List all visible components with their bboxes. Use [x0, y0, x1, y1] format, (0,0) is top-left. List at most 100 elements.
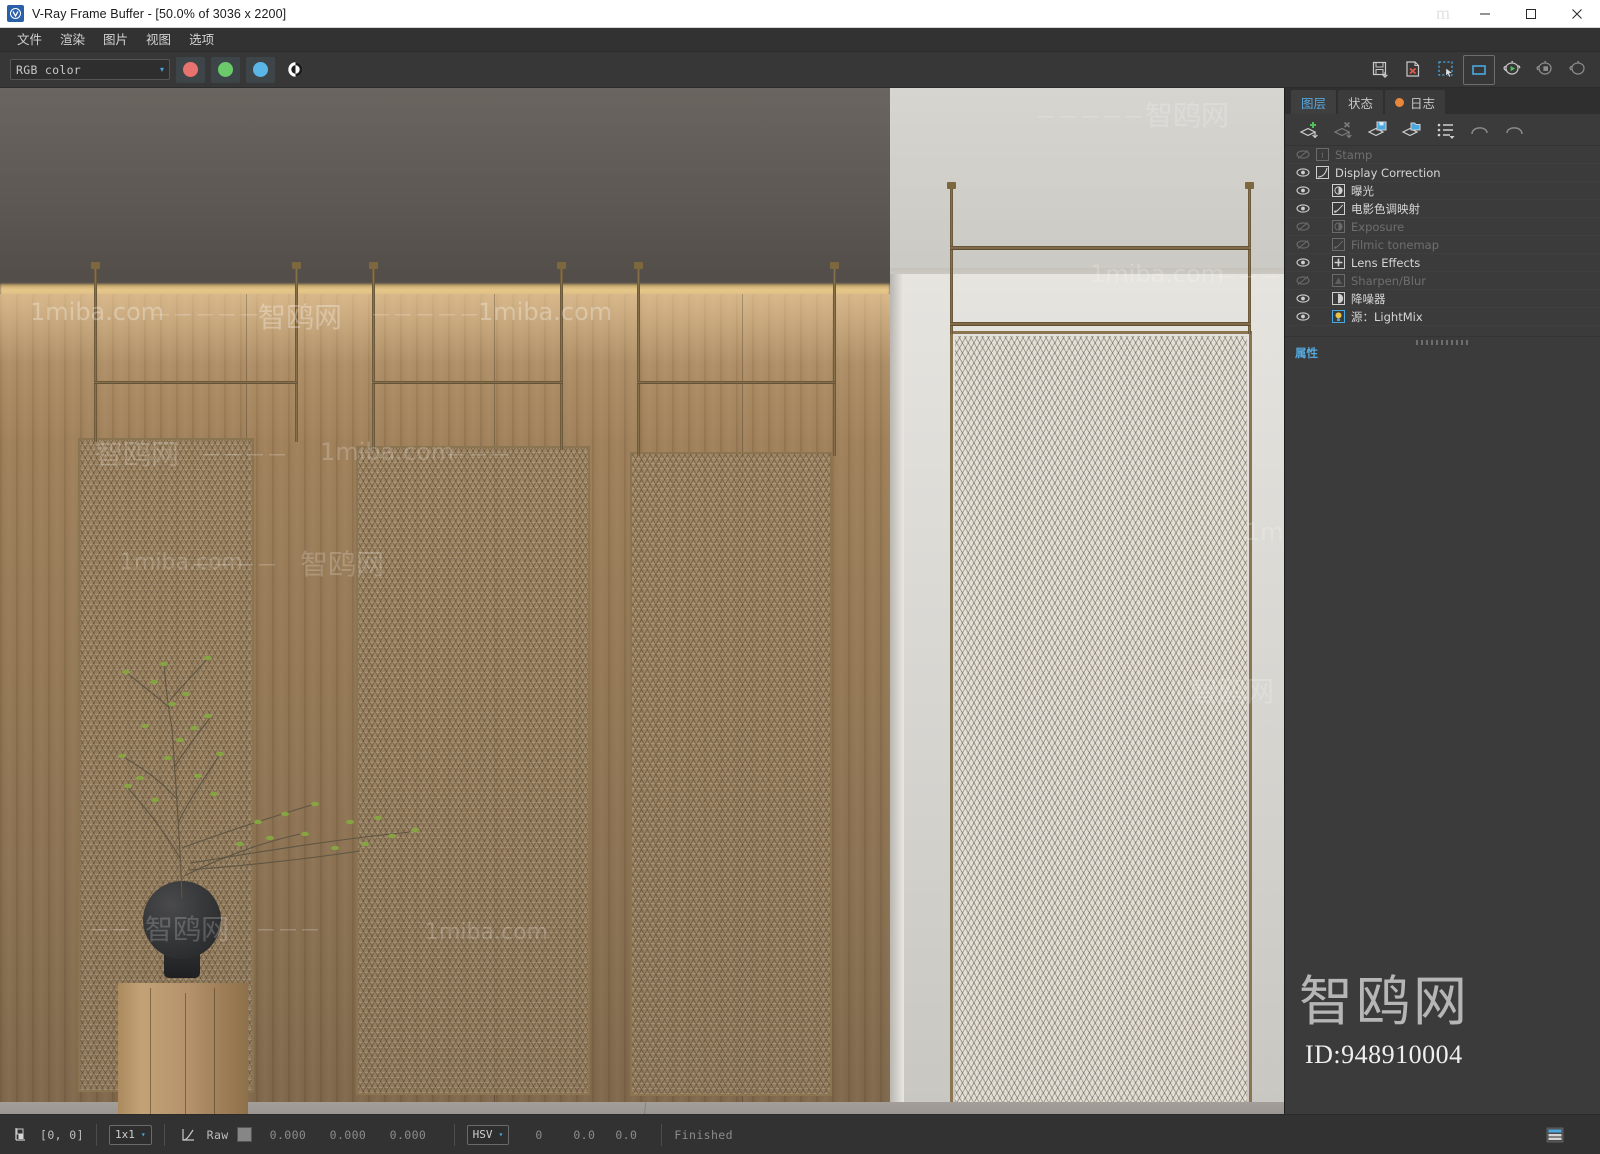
cross-rail [94, 381, 297, 384]
pixel-coordinates: [0, 0] [40, 1127, 84, 1142]
sample-size-select[interactable]: 1x1 ▾ [108, 1124, 152, 1145]
wall-corner-edge [890, 274, 904, 1104]
layer-row[interactable]: Filmic tonemap [1285, 236, 1600, 254]
eye-hidden-icon[interactable] [1293, 221, 1313, 232]
main-toolbar: RGB color ▾ [0, 52, 1600, 88]
channel-select[interactable]: RGB color ▾ [10, 59, 170, 80]
save-all-channels-button[interactable] [1397, 55, 1429, 85]
suspension-rod [950, 184, 953, 334]
menu-file[interactable]: 文件 [8, 29, 51, 51]
layer-label: Stamp [1335, 147, 1373, 162]
eye-hidden-icon[interactable] [1293, 149, 1313, 160]
region-render-select-button[interactable] [1430, 55, 1462, 85]
channel-select-value: RGB color [16, 62, 82, 77]
menu-options[interactable]: 选项 [180, 29, 223, 51]
layers-list: i Stamp Display Correction 曝光 电影色调映射 Exposure… [1285, 146, 1600, 326]
close-button[interactable] [1554, 0, 1600, 28]
pixel-probe-icon[interactable] [10, 1125, 32, 1145]
tab-status[interactable]: 状态 [1338, 90, 1384, 114]
layer-row[interactable]: Display Correction [1285, 164, 1600, 182]
layer-label: Filmic tonemap [1351, 237, 1440, 252]
eye-hidden-icon[interactable] [1293, 239, 1313, 250]
blue-dot-icon [253, 62, 268, 77]
panel-watermark-id: ID:948910004 [1305, 1040, 1463, 1069]
eye-hidden-icon[interactable] [1293, 275, 1313, 286]
eye-visible-icon[interactable] [1293, 203, 1313, 214]
color-mode-select[interactable]: HSV ▾ [466, 1124, 510, 1145]
tab-log-label: 日志 [1410, 95, 1436, 111]
suspension-rod [295, 266, 298, 442]
layer-presets-button[interactable] [1431, 117, 1461, 143]
load-layers-button[interactable] [1397, 117, 1427, 143]
tab-layers[interactable]: 图层 [1291, 90, 1337, 114]
region-frame-button[interactable] [1463, 54, 1495, 85]
screen-frame [630, 452, 832, 1096]
right-panel: 图层 状态 日志 i Stamp Display Correction 曝光 电… [1285, 88, 1600, 1114]
rendered-image: 1miba.com －－－－－ 智鸥网 －－－－－ 1miba.com 智鸥网 －－－－－ 1… [0, 88, 1284, 1114]
layer-row[interactable]: Sharpen/Blur [1285, 272, 1600, 290]
filmic-icon [1329, 202, 1347, 215]
eye-visible-icon[interactable] [1293, 311, 1313, 322]
alpha-channel-icon[interactable] [282, 57, 308, 83]
redo-button[interactable] [1499, 117, 1529, 143]
minimize-button[interactable] [1462, 0, 1508, 28]
rod-cap [369, 262, 378, 269]
blue-channel-button[interactable] [246, 56, 275, 83]
properties-splitter[interactable]: 属性 [1285, 336, 1600, 360]
curve-small-icon[interactable] [177, 1125, 199, 1145]
add-layer-button[interactable] [1295, 117, 1325, 143]
layer-row[interactable]: 降噪器 [1285, 290, 1600, 308]
render-canvas[interactable]: 1miba.com －－－－－ 智鸥网 －－－－－ 1miba.com 智鸥网 －－－－－ 1… [0, 88, 1285, 1114]
layer-row[interactable]: Exposure [1285, 218, 1600, 236]
maximize-button[interactable] [1508, 0, 1554, 28]
layer-label: 电影色调映射 [1351, 201, 1420, 216]
eye-visible-icon[interactable] [1293, 185, 1313, 196]
layer-toolbar [1285, 114, 1600, 146]
render-last-button[interactable] [1562, 55, 1594, 85]
vray-frame-buffer-window: V-Ray Frame Buffer - [50.0% of 3036 x 22… [0, 0, 1600, 1154]
color-mode-value: HSV [472, 1128, 493, 1141]
denoiser-icon [1329, 292, 1347, 305]
green-channel-button[interactable] [211, 56, 240, 83]
menu-render[interactable]: 渲染 [51, 29, 94, 51]
window-title: V-Ray Frame Buffer - [50.0% of 3036 x 22… [32, 6, 287, 21]
eye-visible-icon[interactable] [1293, 257, 1313, 268]
chevron-down-icon: ▾ [159, 64, 164, 74]
rod-cap [947, 182, 956, 189]
hsv-value-h: 0 [535, 1127, 543, 1142]
eye-visible-icon[interactable] [1293, 167, 1313, 178]
red-channel-button[interactable] [176, 56, 205, 83]
layer-row[interactable]: 电影色调映射 [1285, 200, 1600, 218]
layer-label: 降噪器 [1351, 291, 1386, 306]
splitter-grip-icon [1415, 340, 1470, 345]
layer-row[interactable]: Lens Effects [1285, 254, 1600, 272]
menu-view[interactable]: 视图 [137, 29, 180, 51]
undo-button[interactable] [1465, 117, 1495, 143]
layers-small-icon[interactable] [1544, 1125, 1566, 1145]
layer-label: Sharpen/Blur [1351, 273, 1427, 288]
panel-tabs: 图层 状态 日志 [1285, 88, 1600, 114]
window-titlebar: V-Ray Frame Buffer - [50.0% of 3036 x 22… [0, 0, 1600, 28]
tab-layers-label: 图层 [1301, 95, 1327, 111]
tab-log[interactable]: 日志 [1385, 90, 1446, 114]
lightmix-icon [1329, 310, 1347, 323]
layer-row[interactable]: 曝光 [1285, 182, 1600, 200]
layer-row[interactable]: i Stamp [1285, 146, 1600, 164]
eye-visible-icon[interactable] [1293, 293, 1313, 304]
properties-tab[interactable]: 属性 [1295, 345, 1318, 361]
exposure-icon [1329, 220, 1347, 233]
layer-row[interactable]: 源：LightMix [1285, 308, 1600, 326]
stop-render-button[interactable] [1529, 55, 1561, 85]
save-layers-button[interactable] [1363, 117, 1393, 143]
wood-pedestal [118, 983, 248, 1114]
stamp-icon: i [1313, 148, 1331, 161]
rod-cap [557, 262, 566, 269]
statusbar: [0, 0] 1x1 ▾ Raw 0.000 0.000 0.000 HSV ▾… [0, 1114, 1600, 1154]
suspension-rod [1248, 184, 1251, 334]
suspension-rod [833, 266, 836, 456]
save-image-button[interactable] [1364, 55, 1396, 85]
start-render-button[interactable] [1496, 55, 1528, 85]
delete-layer-button[interactable] [1329, 117, 1359, 143]
menu-image[interactable]: 图片 [94, 29, 137, 51]
lens-effects-icon [1329, 256, 1347, 269]
